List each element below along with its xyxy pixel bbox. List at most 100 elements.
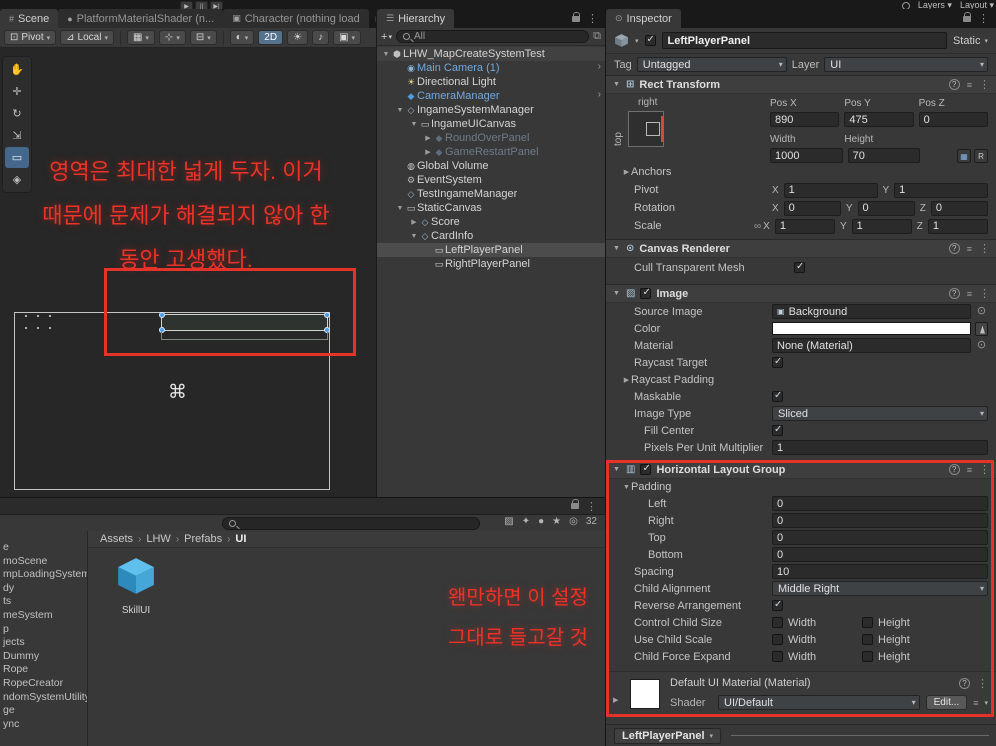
- foldout-arrow[interactable]: ▼: [612, 466, 621, 473]
- folder-item[interactable]: ndomSystemUtility: [0, 691, 87, 705]
- link-scale-icon[interactable]: ∞: [754, 221, 761, 232]
- lock-icon[interactable]: [572, 11, 580, 22]
- help-icon[interactable]: ?: [948, 288, 960, 299]
- hierarchy-item-game-restart-panel[interactable]: ▶ GameRestartPanel: [377, 145, 605, 159]
- handle-rotation-button[interactable]: ⊿ Local ▾: [60, 30, 114, 45]
- blueprint-mode-icon[interactable]: ▦: [957, 148, 972, 163]
- rotation-z-field[interactable]: 0: [930, 200, 989, 216]
- source-image-field[interactable]: ▣ Background: [772, 304, 971, 319]
- hierarchy-item-ingame-system-manager[interactable]: ▼ IngameSystemManager: [377, 103, 605, 117]
- scene-viewport[interactable]: ✋ ✛ ↻ ⇲ ▭ ◈ 영역은 최대한 넓게 두자. 이거 때문에 문제가 해결…: [0, 48, 376, 497]
- tag-dropdown[interactable]: Untagged: [636, 57, 787, 72]
- info-icon[interactable]: ●: [538, 516, 544, 527]
- hierarchy-item-ingame-ui-canvas[interactable]: ▼ IngameUICanvas: [377, 117, 605, 131]
- help-icon[interactable]: ?: [948, 79, 960, 90]
- scene-audio-button[interactable]: ♪: [312, 30, 330, 45]
- material-field[interactable]: None (Material): [772, 338, 971, 353]
- image-type-dropdown[interactable]: Sliced: [772, 406, 988, 421]
- ppu-field[interactable]: 1: [772, 440, 988, 455]
- help-icon[interactable]: ?: [959, 678, 970, 689]
- scale-z-field[interactable]: 1: [927, 218, 989, 234]
- preview-resize-handle[interactable]: [731, 735, 989, 736]
- breadcrumb-prefabs[interactable]: Prefabs: [184, 533, 222, 545]
- panel-menu-icon[interactable]: ⋮: [978, 12, 989, 25]
- hierarchy-item-camera-manager[interactable]: CameraManager ›: [377, 89, 605, 103]
- folder-item[interactable]: ync: [0, 718, 87, 732]
- help-icon[interactable]: ?: [948, 464, 960, 475]
- control-height-checkbox[interactable]: [862, 617, 873, 628]
- force-expand-width-checkbox[interactable]: [772, 651, 783, 662]
- hierarchy-item-directional-light[interactable]: Directional Light: [377, 75, 605, 89]
- active-checkbox[interactable]: [644, 34, 656, 46]
- tool-settings-button[interactable]: ⊟ ▾: [189, 30, 217, 45]
- folder-item[interactable]: RopeCreator: [0, 677, 87, 691]
- foldout-arrow[interactable]: ▼: [612, 290, 621, 297]
- folder-item[interactable]: meSystem: [0, 609, 87, 623]
- eyedropper-icon[interactable]: [975, 321, 988, 336]
- gameobject-name-field[interactable]: LeftPlayerPanel: [661, 32, 947, 49]
- raycast-target-checkbox[interactable]: [772, 356, 783, 368]
- move-tool[interactable]: ✛: [5, 81, 29, 102]
- effects-button[interactable]: ▣ ▾: [333, 30, 362, 45]
- folder-item[interactable]: dy: [0, 582, 87, 596]
- lock-icon[interactable]: [571, 499, 579, 509]
- foldout-arrow[interactable]: ▼: [395, 205, 405, 212]
- panel-menu-icon[interactable]: ⋮: [587, 12, 598, 25]
- rect-transform-header[interactable]: ▼ ⊞ Rect Transform ? ≡ ⋮: [606, 75, 996, 94]
- tab-scene[interactable]: # Scene: [0, 9, 59, 28]
- component-enabled-checkbox[interactable]: [640, 463, 652, 475]
- rotation-x-field[interactable]: 0: [783, 200, 841, 216]
- play-button[interactable]: ▶: [180, 1, 193, 9]
- foldout-arrow[interactable]: ▼: [395, 107, 405, 114]
- component-enabled-checkbox[interactable]: [640, 287, 652, 299]
- child-alignment-dropdown[interactable]: Middle Right: [772, 581, 988, 596]
- rect-handle[interactable]: [159, 312, 165, 318]
- preset-icon[interactable]: ≡: [967, 465, 972, 475]
- foldout-arrow[interactable]: ▶: [622, 168, 631, 176]
- pause-button[interactable]: ||: [195, 1, 208, 9]
- hierarchy-item-scene-root[interactable]: ▼ LHW_MapCreateSystemTest: [377, 47, 605, 61]
- hierarchy-item-score[interactable]: ▶ Score: [377, 215, 605, 229]
- breadcrumb-lhw[interactable]: LHW: [146, 533, 170, 545]
- force-expand-height-checkbox[interactable]: [862, 651, 873, 662]
- padding-top-field[interactable]: 0: [772, 530, 988, 545]
- pivot-mode-button[interactable]: ⊡ Pivot ▾: [4, 30, 57, 45]
- control-width-checkbox[interactable]: [772, 617, 783, 628]
- hierarchy-search-input[interactable]: All: [395, 30, 590, 43]
- color-swatch[interactable]: [772, 322, 971, 335]
- hor-layout-group-header[interactable]: ▼ ▥ Horizontal Layout Group ? ≡ ⋮: [606, 460, 996, 479]
- 2d-mode-button[interactable]: 2D: [258, 30, 284, 45]
- shading-mode-button[interactable]: ◐ ▾: [229, 30, 255, 45]
- hierarchy-item-event-system[interactable]: EventSystem: [377, 173, 605, 187]
- hidden-packages-icon[interactable]: ◎: [569, 516, 578, 527]
- pivot-y-field[interactable]: 1: [894, 182, 988, 198]
- grid-snap-button[interactable]: ▦ ▾: [126, 30, 155, 45]
- folder-item[interactable]: Rope: [0, 663, 87, 677]
- favorites-icon[interactable]: ✦: [522, 516, 530, 527]
- account-icon[interactable]: [901, 1, 910, 9]
- rotate-tool[interactable]: ↻: [5, 103, 29, 124]
- folder-item[interactable]: e: [0, 541, 87, 555]
- gameobject-cube-icon[interactable]: [614, 33, 629, 48]
- folder-item[interactable]: ge: [0, 704, 87, 718]
- hierarchy-item-test-ingame-manager[interactable]: TestIngameManager: [377, 187, 605, 201]
- hierarchy-item-card-info[interactable]: ▼ CardInfo: [377, 229, 605, 243]
- foldout-arrow[interactable]: ▼: [381, 51, 391, 58]
- foldout-arrow[interactable]: ▼: [409, 121, 419, 128]
- preset-icon[interactable]: ≡: [967, 289, 972, 299]
- folder-item[interactable]: moScene: [0, 555, 87, 569]
- folder-item[interactable]: jects: [0, 636, 87, 650]
- canvas-renderer-header[interactable]: ▼ ⊙ Canvas Renderer ? ≡ ⋮: [606, 239, 996, 258]
- breadcrumb-assets[interactable]: Assets: [100, 533, 133, 545]
- foldout-arrow[interactable]: ▼: [612, 81, 621, 88]
- foldout-arrow[interactable]: ▶: [423, 134, 433, 142]
- hierarchy-item-main-camera[interactable]: Main Camera (1) ›: [377, 61, 605, 75]
- breadcrumb-ui[interactable]: UI: [235, 533, 246, 545]
- scale-tool[interactable]: ⇲: [5, 125, 29, 146]
- cull-transparent-mesh-checkbox[interactable]: [794, 261, 805, 273]
- rotation-y-field[interactable]: 0: [857, 200, 915, 216]
- foldout-arrow[interactable]: ▶: [613, 696, 618, 704]
- shader-dropdown[interactable]: UI/Default: [718, 695, 920, 710]
- star-icon[interactable]: ★: [552, 516, 561, 527]
- tab-character[interactable]: ▣ Character (nothing load: [223, 9, 369, 28]
